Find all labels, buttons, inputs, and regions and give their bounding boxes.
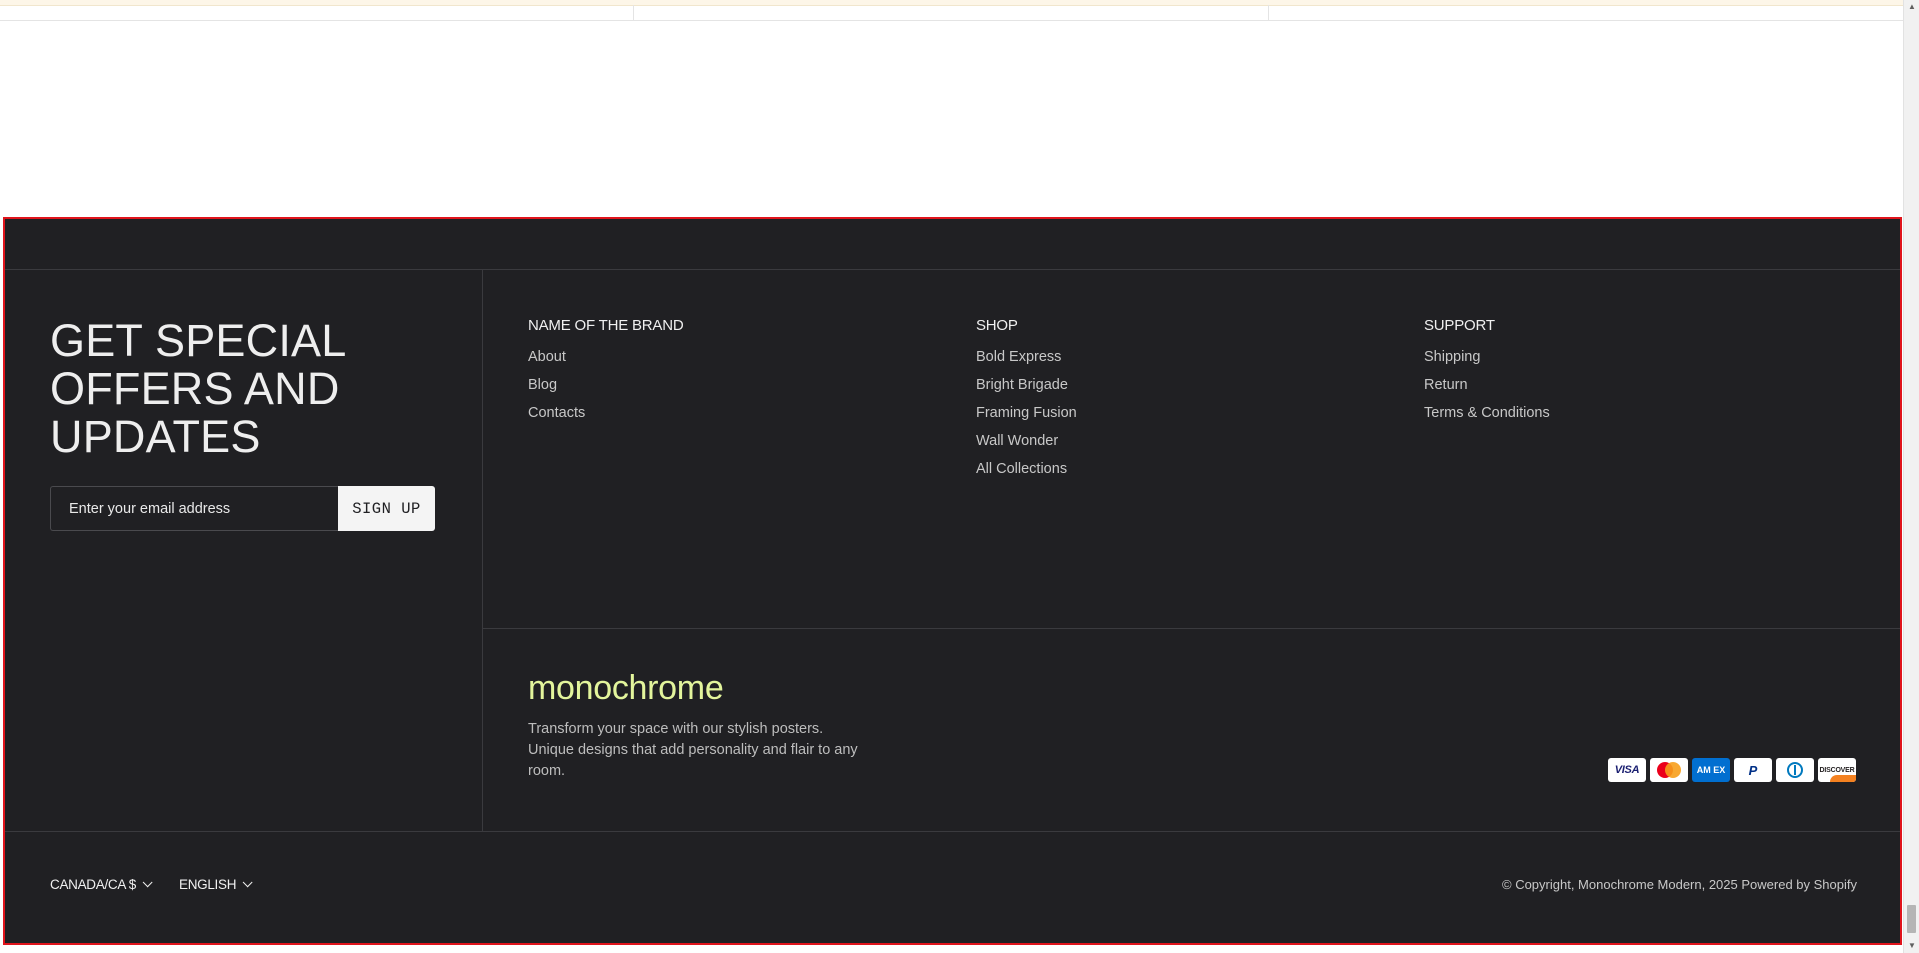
language-selector[interactable]: ENGLISH — [178, 877, 253, 892]
chevron-down-icon — [142, 877, 153, 888]
country-label: CANADA/CA $ — [50, 877, 136, 892]
brand-logo[interactable]: monochrome — [528, 669, 724, 708]
footer-link-bright-brigade[interactable]: Bright Brigade — [976, 377, 1068, 393]
paypal-label: P — [1748, 762, 1758, 778]
shop-links-column: SHOP Bold Express Bright Brigade Framing… — [976, 317, 1077, 488]
sign-up-button[interactable]: SIGN UP — [338, 486, 435, 531]
footer-link-all-collections[interactable]: All Collections — [976, 461, 1067, 477]
column-title: SUPPORT — [1424, 317, 1495, 334]
copyright-text: © Copyright, Monochrome Modern, 2025 Pow… — [1502, 877, 1857, 892]
footer-link-shipping[interactable]: Shipping — [1424, 349, 1480, 365]
footer-link-about[interactable]: About — [528, 349, 566, 365]
scrollbar-thumb[interactable] — [1907, 905, 1916, 933]
scroll-up-arrow-icon[interactable]: ▲ — [1904, 0, 1919, 14]
footer-link-wall-wonder[interactable]: Wall Wonder — [976, 433, 1058, 449]
footer-middle-divider — [482, 628, 1900, 629]
amex-label: AM EX — [1696, 765, 1726, 775]
footer-link-contacts[interactable]: Contacts — [528, 405, 585, 421]
chevron-down-icon — [242, 877, 253, 888]
footer-link-return[interactable]: Return — [1424, 377, 1468, 393]
site-footer: GET SPECIAL OFFERS AND UPDATES SIGN UP N… — [3, 217, 1902, 945]
vertical-scrollbar[interactable]: ▲ ▼ — [1903, 0, 1919, 953]
column-divider — [633, 5, 634, 20]
footer-top-divider — [5, 269, 1900, 270]
scroll-down-arrow-icon[interactable]: ▼ — [1904, 939, 1919, 953]
top-content-strip — [0, 0, 1903, 21]
top-banner-edge — [0, 0, 1903, 6]
email-input[interactable] — [50, 486, 338, 531]
footer-link-bold-express[interactable]: Bold Express — [976, 349, 1061, 365]
visa-icon: VISA — [1608, 758, 1646, 782]
footer-link-framing-fusion[interactable]: Framing Fusion — [976, 405, 1077, 421]
country-selector[interactable]: CANADA/CA $ — [50, 877, 153, 892]
payment-methods: VISA AM EX P DISCOVER — [1608, 758, 1856, 782]
column-title: NAME OF THE BRAND — [528, 317, 684, 334]
footer-link-blog[interactable]: Blog — [528, 377, 557, 393]
visa-label: VISA — [1614, 764, 1640, 776]
brand-links-column: NAME OF THE BRAND About Blog Contacts — [528, 317, 684, 432]
newsletter-form: SIGN UP — [50, 486, 435, 531]
discover-label: DISCOVER — [1819, 766, 1855, 774]
footer-link-terms[interactable]: Terms & Conditions — [1424, 405, 1550, 421]
diners-club-icon — [1776, 758, 1814, 782]
locale-selectors: CANADA/CA $ ENGLISH — [50, 877, 253, 892]
footer-vertical-divider — [482, 269, 483, 831]
column-divider — [1268, 5, 1269, 20]
column-title: SHOP — [976, 317, 1018, 334]
mastercard-icon — [1650, 758, 1688, 782]
support-links-column: SUPPORT Shipping Return Terms & Conditio… — [1424, 317, 1550, 432]
discover-icon: DISCOVER — [1818, 758, 1856, 782]
brand-description: Transform your space with our stylish po… — [528, 721, 858, 779]
newsletter-title: GET SPECIAL OFFERS AND UPDATES — [50, 315, 345, 462]
footer-bottom-divider — [5, 831, 1900, 832]
language-label: ENGLISH — [178, 877, 237, 892]
paypal-icon: P — [1734, 758, 1772, 782]
amex-icon: AM EX — [1692, 758, 1730, 782]
